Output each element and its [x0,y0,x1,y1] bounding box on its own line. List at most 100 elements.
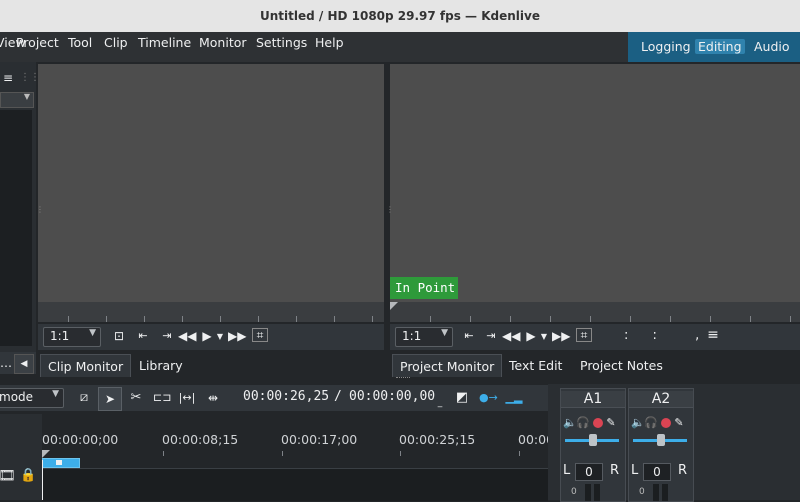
project-zoom-combo[interactable]: 1:1 ▼ [395,327,453,347]
razor-tool-icon[interactable]: ✂ [128,390,144,406]
record-icon[interactable] [593,418,603,428]
track-compositing-icon[interactable]: ⧄ [76,390,92,406]
forward-icon[interactable]: ▶▶ [228,328,246,344]
pan-right-label: R [678,463,688,478]
monitor-overlay-icon[interactable]: ◩ [454,390,470,406]
rewind-icon[interactable]: ◀◀ [502,328,520,344]
menu-settings[interactable]: Settings [256,35,307,50]
speaker-icon[interactable]: 🔈 [563,415,577,431]
tab-project-monitor[interactable]: Project Monitor [392,354,503,377]
set-out-point-icon[interactable]: ⇥ [160,328,174,344]
tab-library[interactable]: Library [132,354,190,376]
grip-icon: ⋮⋮ [20,72,40,83]
ripple-tool-icon[interactable]: |↔| [178,390,196,406]
insert-clip-icon[interactable]: ●→ [479,390,498,406]
crop-icon[interactable]: ⌗ [252,328,268,342]
chevron-down-icon: ▼ [441,328,448,338]
pan-value: 0 [653,465,661,479]
speaker-icon[interactable]: 🔈 [631,415,645,431]
clip-zoom-value: 1:1 [50,329,70,343]
timeline-playhead[interactable] [42,450,50,458]
edit-mode-combo[interactable]: mode ▼ [0,388,64,408]
level-meter-right [662,484,668,501]
tab-clip-monitor[interactable]: Clip Monitor [40,354,132,377]
zone-bar[interactable] [42,458,80,468]
tab-project-notes[interactable]: Project Notes [573,354,670,376]
layout-logging[interactable]: Logging [641,39,691,54]
headphones-icon[interactable]: 🎧 [576,415,590,431]
volume-slider-handle[interactable] [657,434,665,446]
monitor-timecode[interactable]: : : , [624,328,709,343]
splitter-handle[interactable]: ⋮ [386,205,394,217]
pan-spinbox[interactable]: 0 [575,463,603,481]
chevron-down-icon: ▼ [89,328,96,338]
fit-zoom-icon[interactable]: ⊡ [112,328,126,344]
level-meter-left [653,484,659,501]
rewind-icon[interactable]: ◀◀ [178,328,196,344]
forward-icon[interactable]: ▶▶ [552,328,570,344]
timeline-duration: 00:00:00,00 [349,389,436,404]
hamburger-menu-icon[interactable]: ≡ [1,70,15,86]
menu-project[interactable]: Project [16,35,59,50]
ruler-label: 00:00:08;15 [162,432,239,447]
project-monitor-view[interactable] [390,64,800,302]
playhead-line [42,460,43,500]
play-icon[interactable]: ▶ [200,328,214,344]
select-tool-button[interactable]: ➤ [98,387,122,411]
bin-scroll-button[interactable]: ◀ [14,354,34,374]
ruler-label: 00:00:17;00 [281,432,358,447]
clip-monitor-view[interactable] [38,64,384,302]
level-meter-left [585,484,591,501]
layout-audio[interactable]: Audio [754,39,790,54]
chevron-down-icon[interactable]: ▼ [539,329,549,345]
channel-name: A2 [629,391,693,408]
in-point-overlay: In Point [390,277,458,299]
playhead-marker[interactable] [390,302,398,310]
crop-icon[interactable]: ⌗ [576,328,592,342]
slip-tool-icon[interactable]: ⇹ [204,390,222,406]
menu-help[interactable]: Help [315,35,344,50]
set-in-point-icon[interactable]: ⇤ [136,328,150,344]
layout-editing[interactable]: Editing [695,39,745,54]
more-icon[interactable]: … [0,355,12,371]
overwrite-clip-icon[interactable]: ▁▂ [505,390,523,406]
timeline-position[interactable]: 00:00:26,25 [243,389,329,404]
dock-grip[interactable] [396,377,410,381]
splitter-handle[interactable]: ⋮ [36,205,44,217]
clip-zoom-combo[interactable]: 1:1 ▼ [43,327,101,347]
bin-filter-combo[interactable]: ▼ [0,92,34,108]
pan-left-label: L [563,463,571,478]
menu-clip[interactable]: Clip [104,35,128,50]
project-zoom-value: 1:1 [402,329,422,343]
window-title: Untitled / HD 1080p 29.97 fps — Kdenlive [259,9,540,23]
tab-text-edit[interactable]: Text Edit [502,354,569,376]
project-monitor-ruler[interactable] [390,302,800,322]
volume-slider-handle[interactable] [589,434,597,446]
magic-wand-icon[interactable]: ✎ [605,415,617,431]
level-label: 0 [571,487,577,497]
headphones-icon[interactable]: 🎧 [644,415,658,431]
menu-monitor[interactable]: Monitor [199,35,247,50]
spacer-tool-icon[interactable]: ⊏⊐ [153,390,171,406]
zone-handle[interactable] [56,460,62,465]
pan-spinbox[interactable]: 0 [643,463,671,481]
menu-tool[interactable]: Tool [68,35,92,50]
play-icon[interactable]: ▶ [524,328,538,344]
clip-monitor-ruler[interactable] [38,302,384,322]
mixer-channel-a2: A2 🔈 🎧 ✎ L 0 R 0 [628,388,694,502]
record-icon[interactable] [661,418,671,428]
magic-wand-icon[interactable]: ✎ [673,415,685,431]
timecode-separator: / [334,389,342,404]
level-label: 0 [639,487,645,497]
set-in-point-icon[interactable]: ⇤ [462,328,476,344]
hamburger-menu-icon[interactable]: ≡ [706,327,720,343]
menu-timeline[interactable]: Timeline [138,35,191,50]
timeline-ruler[interactable]: 00:00:00;00 00:00:08;15 00:00:17;00 00:0… [42,428,554,458]
timeline-tracks[interactable] [42,468,548,501]
chevron-down-icon[interactable]: ▼ [215,329,225,345]
lock-icon[interactable]: 🔒 [20,468,36,484]
underscore-icon: _ [437,398,443,408]
bin-list[interactable] [0,110,32,346]
clip-monitor-toolbar: 1:1 ▼ ⊡ ⇤ ⇥ ◀◀ ▶ ▼ ▶▶ ⌗ [38,324,384,350]
set-out-point-icon[interactable]: ⇥ [484,328,498,344]
